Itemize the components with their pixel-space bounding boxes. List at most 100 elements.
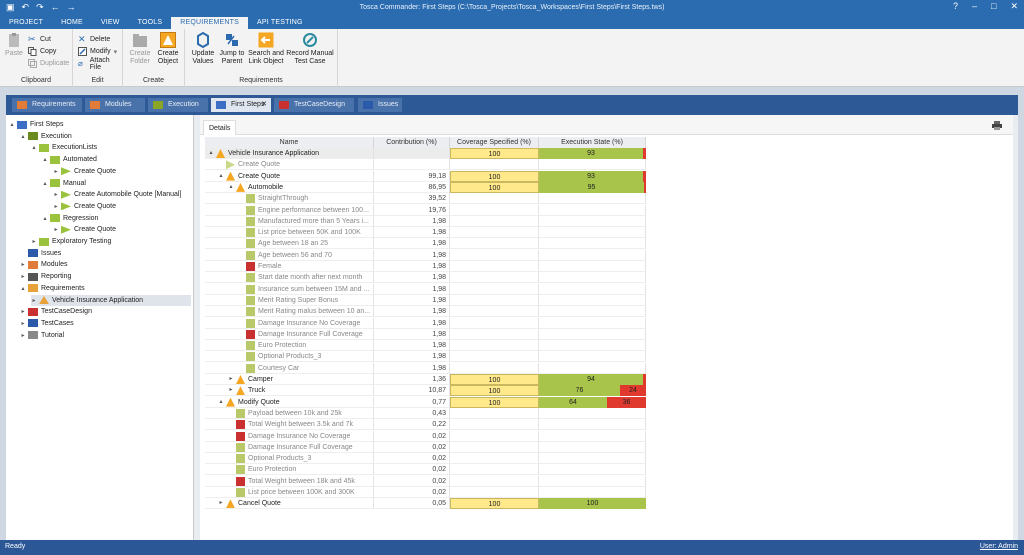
- menu-tab-project[interactable]: PROJECT: [0, 17, 52, 29]
- record-manual-test-case-button[interactable]: Record Manual Test Case: [286, 32, 334, 66]
- collapse-arrow-icon[interactable]: ▴: [218, 397, 224, 407]
- menu-tab-home[interactable]: HOME: [52, 17, 92, 29]
- tree-item[interactable]: ▴ First Steps: [9, 119, 63, 130]
- tree-item[interactable]: ▸ Tutorial: [20, 330, 64, 341]
- column-header-coverage[interactable]: Coverage Specified (%): [450, 137, 539, 148]
- menu-tab-tools[interactable]: TOOLS: [129, 17, 172, 29]
- table-row[interactable]: Merit Rating Super Bonus 1,98: [205, 294, 646, 306]
- table-row[interactable]: Courtesy Car 1,98: [205, 362, 646, 374]
- table-row[interactable]: ▴ Automobile 86,95 100 95: [205, 181, 646, 193]
- help-icon[interactable]: ?: [953, 1, 958, 12]
- expand-arrow-icon[interactable]: ▸: [20, 320, 26, 327]
- column-header-execution-state[interactable]: Execution State (%): [539, 137, 646, 148]
- tree-item[interactable]: Issues: [20, 248, 61, 259]
- table-row[interactable]: Merit Rating malus between 10 an... 1,98: [205, 306, 646, 318]
- tree-item[interactable]: ▴ Requirements: [20, 283, 85, 294]
- table-row[interactable]: ▸ Camper 1,36 100 94: [205, 374, 646, 385]
- tree-item[interactable]: ▸ Reporting: [20, 271, 71, 282]
- table-row[interactable]: Optional Products_3 1,98: [205, 351, 646, 363]
- tab-testcasedesign[interactable]: TestCaseDesign: [274, 98, 354, 112]
- table-row[interactable]: Total Weight between 3.5k and 7k 0,22: [205, 419, 646, 431]
- tree-item[interactable]: ▴ Manual: [42, 178, 86, 189]
- menu-tab-view[interactable]: VIEW: [92, 17, 129, 29]
- tree-item[interactable]: ▸ Create Quote: [53, 201, 116, 212]
- table-row[interactable]: Start date month after next month 1,98: [205, 272, 646, 284]
- tree-item[interactable]: ▴ Regression: [42, 213, 98, 224]
- tree-item[interactable]: ▸ TestCaseDesign: [20, 306, 92, 317]
- tree-item[interactable]: ▴ Automated: [42, 154, 97, 165]
- table-row[interactable]: Manufactured more than 5 Years i... 1,98: [205, 215, 646, 227]
- create-folder-button[interactable]: Create Folder: [128, 32, 152, 66]
- collapse-arrow-icon[interactable]: ▴: [20, 133, 26, 140]
- table-row[interactable]: List price between 50K and 100K 1,98: [205, 227, 646, 239]
- table-row[interactable]: Age between 18 an 25 1,98: [205, 238, 646, 250]
- table-row[interactable]: Damage Insurance Full Coverage 1,98: [205, 328, 646, 340]
- expand-arrow-icon[interactable]: ▸: [53, 168, 59, 175]
- close-tab-icon[interactable]: ✕: [261, 98, 267, 112]
- tree-item[interactable]: ▴ Execution: [20, 131, 72, 142]
- expand-arrow-icon[interactable]: ▸: [218, 498, 224, 508]
- table-row[interactable]: Female 1,98: [205, 261, 646, 272]
- paste-button[interactable]: Paste: [4, 32, 24, 58]
- tree-item[interactable]: ▸ Create Quote: [53, 224, 116, 235]
- menu-tab-requirements[interactable]: REQUIREMENTS: [171, 17, 248, 29]
- table-row[interactable]: Create Quote: [205, 159, 646, 171]
- minimize-icon[interactable]: –: [972, 1, 977, 12]
- expand-arrow-icon[interactable]: ▸: [53, 226, 59, 233]
- collapse-arrow-icon[interactable]: ▴: [20, 285, 26, 292]
- collapse-arrow-icon[interactable]: ▴: [42, 215, 48, 222]
- update-values-button[interactable]: Update Values: [189, 32, 217, 66]
- table-row[interactable]: Damage Insurance No Coverage 0,02: [205, 430, 646, 442]
- expand-arrow-icon[interactable]: ▸: [228, 374, 234, 384]
- user-link[interactable]: User: Admin: [980, 543, 1018, 550]
- table-row[interactable]: ▴ Create Quote 99,18 100 93: [205, 170, 646, 182]
- collapse-arrow-icon[interactable]: ▴: [42, 156, 48, 163]
- tab-first-steps[interactable]: First Steps ✕: [211, 98, 271, 112]
- table-row[interactable]: Damage Insurance Full Coverage 0,02: [205, 441, 646, 453]
- table-row[interactable]: ▴ Modify Quote 0,77 100 64 36: [205, 396, 646, 408]
- expand-arrow-icon[interactable]: ▸: [20, 332, 26, 339]
- collapse-arrow-icon[interactable]: ▴: [228, 182, 234, 192]
- tree-item[interactable]: ▸ Create Quote: [53, 166, 116, 177]
- jump-to-parent-button[interactable]: Jump to Parent: [218, 32, 246, 66]
- collapse-arrow-icon[interactable]: ▴: [208, 148, 214, 158]
- table-row[interactable]: ▸ Cancel Quote 0,05 100 100: [205, 498, 646, 510]
- expand-arrow-icon[interactable]: ▸: [31, 297, 37, 304]
- tab-requirements[interactable]: Requirements: [12, 98, 82, 112]
- table-row[interactable]: Optional Products_3 0,02: [205, 453, 646, 465]
- table-row[interactable]: StraightThrough 39,52: [205, 193, 646, 205]
- tree-item[interactable]: ▸ TestCases: [20, 318, 74, 329]
- table-row[interactable]: ▴ Vehicle Insurance Application 100 93: [205, 148, 646, 160]
- expand-arrow-icon[interactable]: ▸: [53, 203, 59, 210]
- tab-execution[interactable]: Execution: [148, 98, 208, 112]
- collapse-arrow-icon[interactable]: ▴: [31, 144, 37, 151]
- expand-arrow-icon[interactable]: ▸: [20, 261, 26, 268]
- attach-file-button[interactable]: ⌀ Attach File: [78, 57, 122, 71]
- collapse-arrow-icon[interactable]: ▴: [218, 171, 224, 181]
- table-row[interactable]: Total Weight between 18k and 45k 0,02: [205, 475, 646, 487]
- delete-button[interactable]: ✕ Delete: [78, 34, 110, 45]
- expand-arrow-icon[interactable]: ▸: [31, 238, 37, 245]
- menu-tab-api-testing[interactable]: API TESTING: [248, 17, 312, 29]
- cut-button[interactable]: ✂ Cut: [28, 34, 51, 45]
- close-icon[interactable]: ✕: [1010, 1, 1018, 12]
- tree-item[interactable]: ▸ Vehicle Insurance Application: [31, 294, 191, 306]
- table-row[interactable]: List price between 100K and 300K 0,02: [205, 487, 646, 498]
- table-row[interactable]: ▸ Truck 10,87 100 76 24: [205, 385, 646, 397]
- tree-item[interactable]: ▸ Exploratory Testing: [31, 236, 111, 247]
- tree-item[interactable]: ▸ Modules: [20, 259, 67, 270]
- tab-modules[interactable]: Modules: [85, 98, 145, 112]
- expand-arrow-icon[interactable]: ▸: [20, 273, 26, 280]
- table-row[interactable]: Age between 56 and 70 1,98: [205, 249, 646, 261]
- vertical-scrollbar[interactable]: [1013, 115, 1018, 540]
- expand-arrow-icon[interactable]: ▸: [228, 385, 234, 395]
- column-header-name[interactable]: Name: [205, 137, 374, 148]
- tree-item[interactable]: ▴ ExecutionLists: [31, 142, 97, 153]
- tab-issues[interactable]: Issues: [358, 98, 402, 112]
- column-header-contribution[interactable]: Contribution (%): [374, 137, 450, 148]
- table-row[interactable]: Engine performance between 100... 19,76: [205, 204, 646, 216]
- search-and-link-object-button[interactable]: Search and Link Object: [248, 32, 284, 66]
- table-row[interactable]: Insurance sum between 15M and ... 1,98: [205, 283, 646, 295]
- maximize-icon[interactable]: □: [991, 1, 996, 12]
- tab-details[interactable]: Details: [203, 120, 237, 135]
